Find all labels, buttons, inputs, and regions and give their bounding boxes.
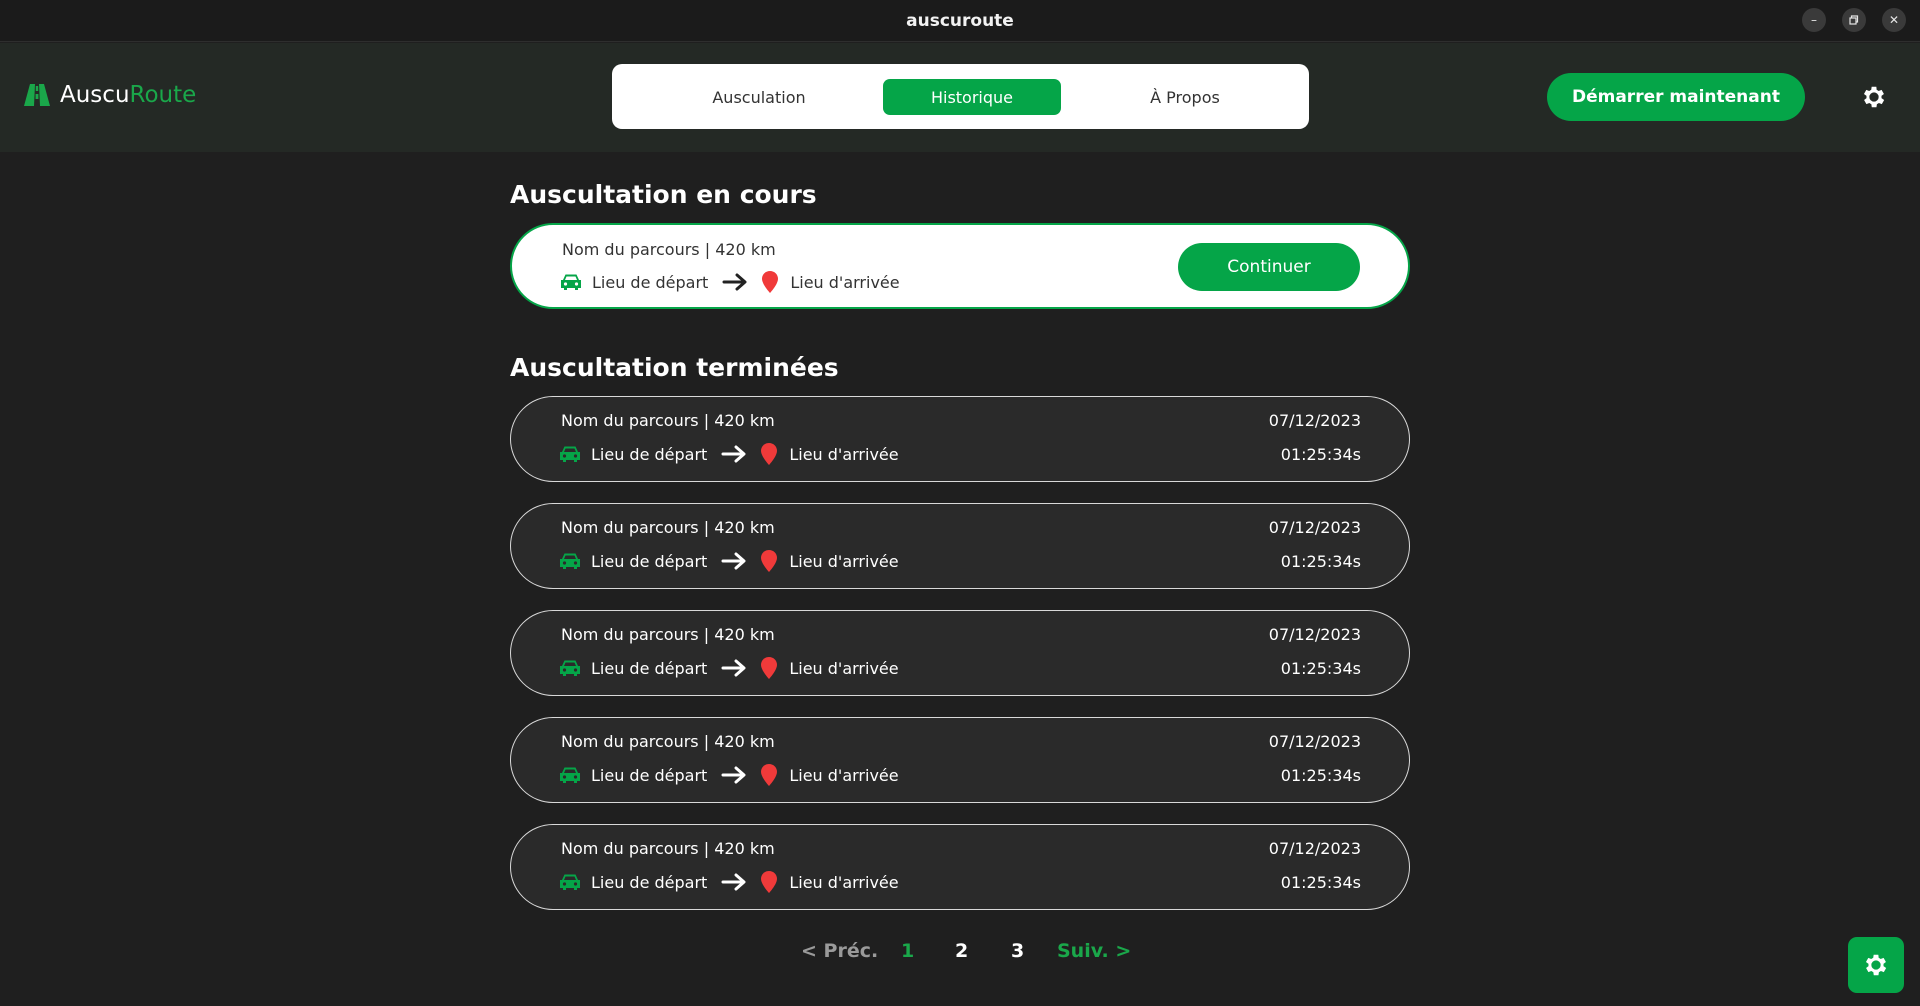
- main-nav: Ausculation Historique À Propos: [612, 64, 1309, 129]
- arrow-right-icon: [721, 659, 747, 677]
- arrival-label: Lieu d'arrivée: [789, 551, 899, 571]
- logo-text: AuscuRoute: [60, 82, 196, 108]
- route-name: Nom du parcours | 420 km: [561, 518, 775, 537]
- arrow-right-icon: [721, 873, 747, 891]
- pagination-page-3[interactable]: 3: [1011, 940, 1024, 962]
- departure-label: Lieu de départ: [591, 444, 708, 464]
- finished-route-card[interactable]: Nom du parcours | 420 km Lieu de départ …: [510, 717, 1410, 803]
- route-name: Nom du parcours | 420 km: [561, 732, 775, 751]
- car-icon: [560, 446, 580, 462]
- app-logo[interactable]: AuscuRoute: [24, 82, 196, 108]
- pagination-prev[interactable]: < Préc.: [801, 940, 878, 962]
- gear-icon[interactable]: [1860, 83, 1888, 115]
- finished-route-card[interactable]: Nom du parcours | 420 km Lieu de départ …: [510, 610, 1410, 696]
- route-name: Nom du parcours | 420 km: [561, 839, 775, 858]
- location-pin-icon: [761, 764, 778, 786]
- tab-ausculation[interactable]: Ausculation: [670, 79, 848, 115]
- route-line: Lieu de départ Lieu d'arrivée: [560, 271, 900, 293]
- route-line: Lieu de départ Lieu d'arrivée: [559, 764, 899, 786]
- route-date: 07/12/2023: [1268, 732, 1361, 751]
- car-icon: [560, 553, 580, 569]
- departure-label: Lieu de départ: [591, 765, 708, 785]
- route-name: Nom du parcours | 420 km: [561, 411, 775, 430]
- route-duration: 01:25:34s: [1280, 659, 1361, 678]
- arrival-label: Lieu d'arrivée: [789, 765, 899, 785]
- section-title-finished: Auscultation terminées: [510, 353, 839, 382]
- route-line: Lieu de départ Lieu d'arrivée: [559, 550, 899, 572]
- route-duration: 01:25:34s: [1280, 873, 1361, 892]
- departure-label: Lieu de départ: [591, 658, 708, 678]
- continue-button[interactable]: Continuer: [1178, 243, 1360, 291]
- finished-route-card[interactable]: Nom du parcours | 420 km Lieu de départ …: [510, 824, 1410, 910]
- route-date: 07/12/2023: [1268, 411, 1361, 430]
- tab-historique[interactable]: Historique: [883, 79, 1061, 115]
- car-icon: [560, 767, 580, 783]
- arrival-label: Lieu d'arrivée: [789, 658, 899, 678]
- window-controls: – ✕: [1802, 8, 1906, 32]
- route-date: 07/12/2023: [1268, 625, 1361, 644]
- road-logo-icon: [24, 84, 50, 106]
- logo-text-part2: Route: [129, 82, 197, 108]
- pagination-next[interactable]: Suiv. >: [1057, 940, 1131, 962]
- finished-route-card[interactable]: Nom du parcours | 420 km Lieu de départ …: [510, 503, 1410, 589]
- gear-icon[interactable]: [1848, 937, 1904, 993]
- location-pin-icon: [761, 443, 778, 465]
- route-duration: 01:25:34s: [1280, 445, 1361, 464]
- route-line: Lieu de départ Lieu d'arrivée: [559, 443, 899, 465]
- route-line: Lieu de départ Lieu d'arrivée: [559, 871, 899, 893]
- car-icon: [560, 874, 580, 890]
- location-pin-icon: [762, 271, 779, 293]
- route-date: 07/12/2023: [1268, 839, 1361, 858]
- arrow-right-icon: [721, 552, 747, 570]
- app-header: AuscuRoute Ausculation Historique À Prop…: [0, 43, 1920, 152]
- route-duration: 01:25:34s: [1280, 766, 1361, 785]
- route-name: Nom du parcours | 420 km: [561, 625, 775, 644]
- pagination-page-1[interactable]: 1: [901, 940, 914, 962]
- minimize-icon[interactable]: –: [1802, 8, 1826, 32]
- tab-a-propos[interactable]: À Propos: [1096, 79, 1274, 115]
- close-icon[interactable]: ✕: [1882, 8, 1906, 32]
- departure-label: Lieu de départ: [592, 272, 709, 292]
- location-pin-icon: [761, 550, 778, 572]
- arrow-right-icon: [721, 445, 747, 463]
- finished-route-card[interactable]: Nom du parcours | 420 km Lieu de départ …: [510, 396, 1410, 482]
- car-icon: [560, 660, 580, 676]
- arrival-label: Lieu d'arrivée: [789, 444, 899, 464]
- departure-label: Lieu de départ: [591, 551, 708, 571]
- start-now-button[interactable]: Démarrer maintenant: [1547, 73, 1805, 121]
- route-line: Lieu de départ Lieu d'arrivée: [559, 657, 899, 679]
- departure-label: Lieu de départ: [591, 872, 708, 892]
- arrow-right-icon: [721, 766, 747, 784]
- logo-text-part1: Auscu: [60, 82, 130, 108]
- route-duration: 01:25:34s: [1280, 552, 1361, 571]
- location-pin-icon: [761, 871, 778, 893]
- route-name: Nom du parcours | 420 km: [562, 240, 776, 259]
- arrival-label: Lieu d'arrivée: [790, 272, 900, 292]
- arrow-right-icon: [722, 273, 748, 291]
- pagination: < Préc. 1 2 3 Suiv. >: [0, 940, 1920, 970]
- pagination-page-2[interactable]: 2: [955, 940, 968, 962]
- car-icon: [561, 274, 581, 290]
- arrival-label: Lieu d'arrivée: [789, 872, 899, 892]
- location-pin-icon: [761, 657, 778, 679]
- current-route-card[interactable]: Nom du parcours | 420 km Lieu de départ …: [510, 223, 1410, 309]
- route-date: 07/12/2023: [1268, 518, 1361, 537]
- window-titlebar: auscuroute – ✕: [0, 0, 1920, 42]
- restore-icon[interactable]: [1842, 8, 1866, 32]
- section-title-current: Auscultation en cours: [510, 180, 817, 209]
- window-title: auscuroute: [906, 10, 1014, 31]
